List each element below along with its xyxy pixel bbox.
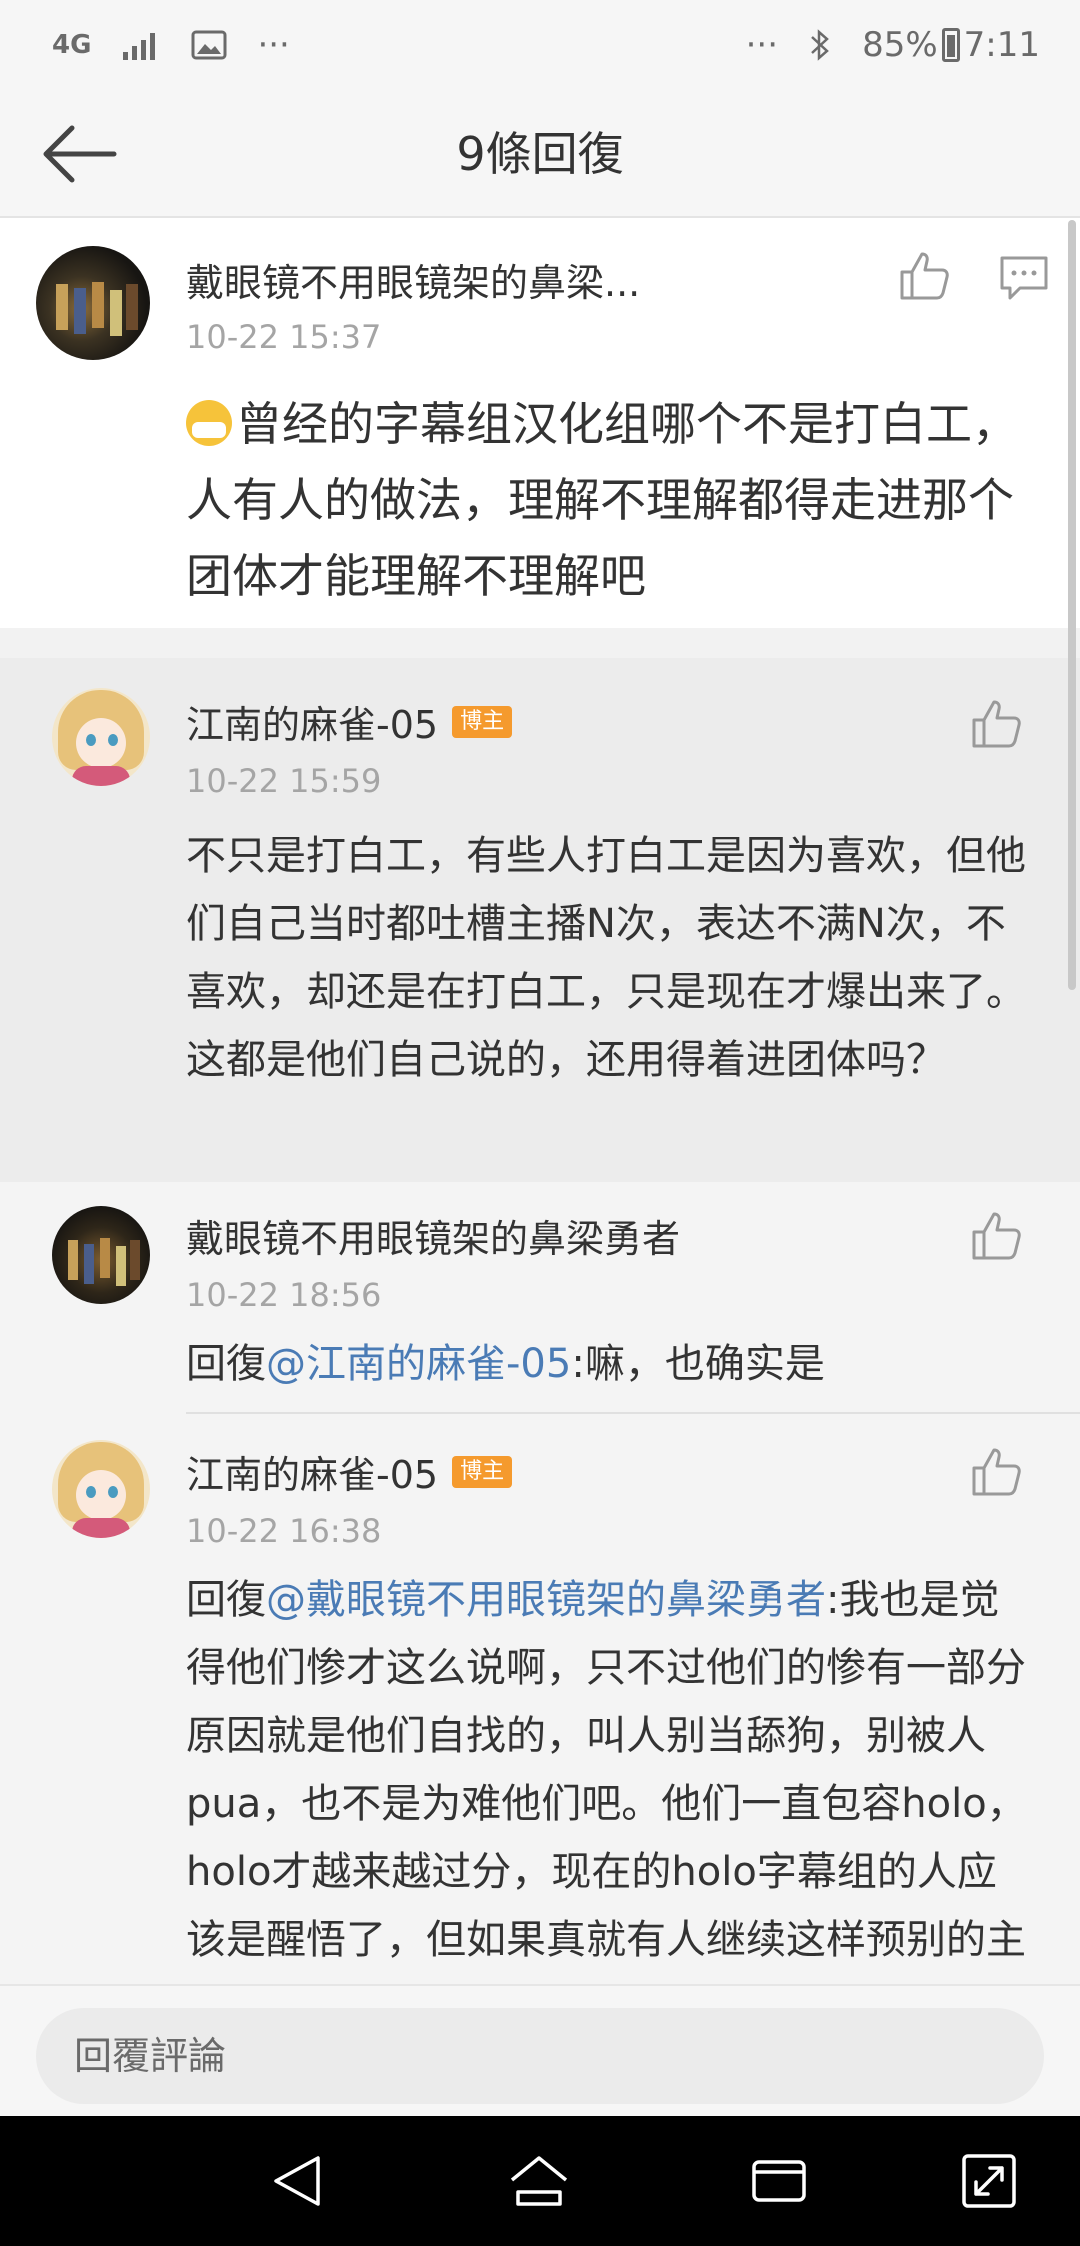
author-badge: 博主 (452, 705, 513, 738)
comment-thread[interactable]: 戴眼镜不用眼镜架的鼻梁... 10-22 15:37 曾经的字幕组汉化组哪个不是… (0, 218, 1080, 1984)
reply-author[interactable]: 江南的麻雀-05 (186, 1444, 438, 1499)
nav-recents-button[interactable] (746, 2148, 812, 2214)
status-right: ··· 85% 7:11 (746, 25, 1040, 65)
avatar[interactable] (36, 246, 150, 360)
signal-icon (121, 30, 161, 60)
reply-item: 戴眼镜不用眼镜架的鼻梁勇者 10-22 18:56 回復@江南的麻雀-05:嘛，… (0, 1182, 1080, 1414)
battery-percent: 85% (862, 25, 938, 65)
reply-comment-button[interactable] (996, 250, 1052, 306)
reply-body: :我也是觉得他们惨才这么说啊，只不过他们的惨有一部分原因就是他们自找的，叫人别当… (186, 1577, 1027, 1963)
reply-bar: 回覆評論 (0, 1984, 1080, 2116)
reply-body: :嘛，也确实是 (571, 1341, 825, 1387)
bluetooth-icon (808, 28, 832, 62)
header: 9條回復 (0, 90, 1080, 218)
nav-back-button[interactable] (266, 2148, 332, 2214)
reply-prefix: 回復 (186, 1577, 266, 1623)
reply-item: 江南的麻雀-05 博主 10-22 16:38 回復@戴眼镜不用眼镜架的鼻梁勇者… (0, 1414, 1080, 1984)
reply-text: 回復@江南的麻雀-05:嘛，也确实是 (186, 1330, 1036, 1398)
clock: 7:11 (963, 25, 1040, 65)
like-button[interactable] (968, 696, 1024, 752)
like-icon (972, 1448, 1021, 1496)
avatar[interactable] (52, 1440, 150, 1538)
expand-nav-icon (962, 2154, 1016, 2208)
more-status-icon: ··· (257, 25, 290, 65)
section-gap (0, 628, 1080, 658)
mask-face-emoji-icon (186, 400, 232, 446)
battery-icon (941, 28, 960, 62)
network-type-icon: 4G (52, 30, 92, 60)
comment-time: 10-22 15:37 (186, 318, 382, 356)
reply-text: 不只是打白工，有些人打白工是因为喜欢，但他们自己当时都吐槽主播N次，表达不满N次… (186, 833, 1026, 1083)
like-icon (972, 700, 1021, 748)
reply-author-row: 江南的麻雀-05 博主 (186, 1444, 513, 1499)
comment-author[interactable]: 戴眼镜不用眼镜架的鼻梁... (186, 252, 640, 307)
home-nav-icon (510, 2156, 568, 2206)
reply-author-row: 戴眼镜不用眼镜架的鼻梁勇者 (186, 1208, 680, 1263)
like-icon (900, 252, 949, 300)
status-bar: 4G ··· ··· 85% 7:11 (0, 0, 1080, 90)
reply-text: 回復@戴眼镜不用眼镜架的鼻梁勇者:我也是觉得他们惨才这么说啊，只不过他们的惨有一… (186, 1566, 1036, 1984)
reply-comment-input[interactable]: 回覆評論 (36, 2008, 1044, 2104)
nav-expand-button[interactable] (956, 2148, 1022, 2214)
recents-nav-icon (752, 2160, 806, 2202)
comment-icon (1000, 256, 1048, 300)
navigation-bar (0, 2116, 1080, 2246)
mention-link[interactable]: @江南的麻雀-05 (266, 1341, 571, 1387)
reply-time: 10-22 15:59 (186, 762, 382, 800)
reply-time: 10-22 16:38 (186, 1512, 382, 1550)
like-button[interactable] (968, 1444, 1024, 1500)
like-button[interactable] (896, 248, 952, 304)
like-button[interactable] (968, 1208, 1024, 1264)
author-badge: 博主 (452, 1455, 513, 1488)
image-icon (191, 30, 227, 60)
more-status-right-icon: ··· (745, 25, 779, 65)
page-title: 9條回復 (456, 127, 624, 181)
battery-group: 85% 7:11 (862, 25, 1040, 65)
like-icon (972, 1212, 1021, 1260)
reply-time: 10-22 18:56 (186, 1276, 382, 1314)
comment-text: 曾经的字幕组汉化组哪个不是打白工，人有人的做法，理解不理解都得走进那个团体才能理… (186, 397, 1018, 603)
avatar[interactable] (52, 1206, 150, 1304)
main-comment: 戴眼镜不用眼镜架的鼻梁... 10-22 15:37 曾经的字幕组汉化组哪个不是… (0, 218, 1080, 628)
back-nav-icon (274, 2156, 320, 2206)
reply-prefix: 回復 (186, 1341, 266, 1387)
reply-author[interactable]: 戴眼镜不用眼镜架的鼻梁勇者 (186, 1208, 680, 1263)
reply-item: 江南的麻雀-05 博主 10-22 15:59 不只是打白工，有些人打白工是因为… (0, 658, 1080, 1182)
nav-home-button[interactable] (506, 2148, 572, 2214)
avatar[interactable] (52, 688, 150, 786)
status-left: 4G ··· (52, 25, 290, 65)
reply-author-row: 江南的麻雀-05 博主 (186, 694, 513, 749)
reply-author[interactable]: 江南的麻雀-05 (186, 694, 438, 749)
mention-link[interactable]: @戴眼镜不用眼镜架的鼻梁勇者 (266, 1577, 826, 1623)
scrollbar[interactable] (1068, 220, 1076, 990)
